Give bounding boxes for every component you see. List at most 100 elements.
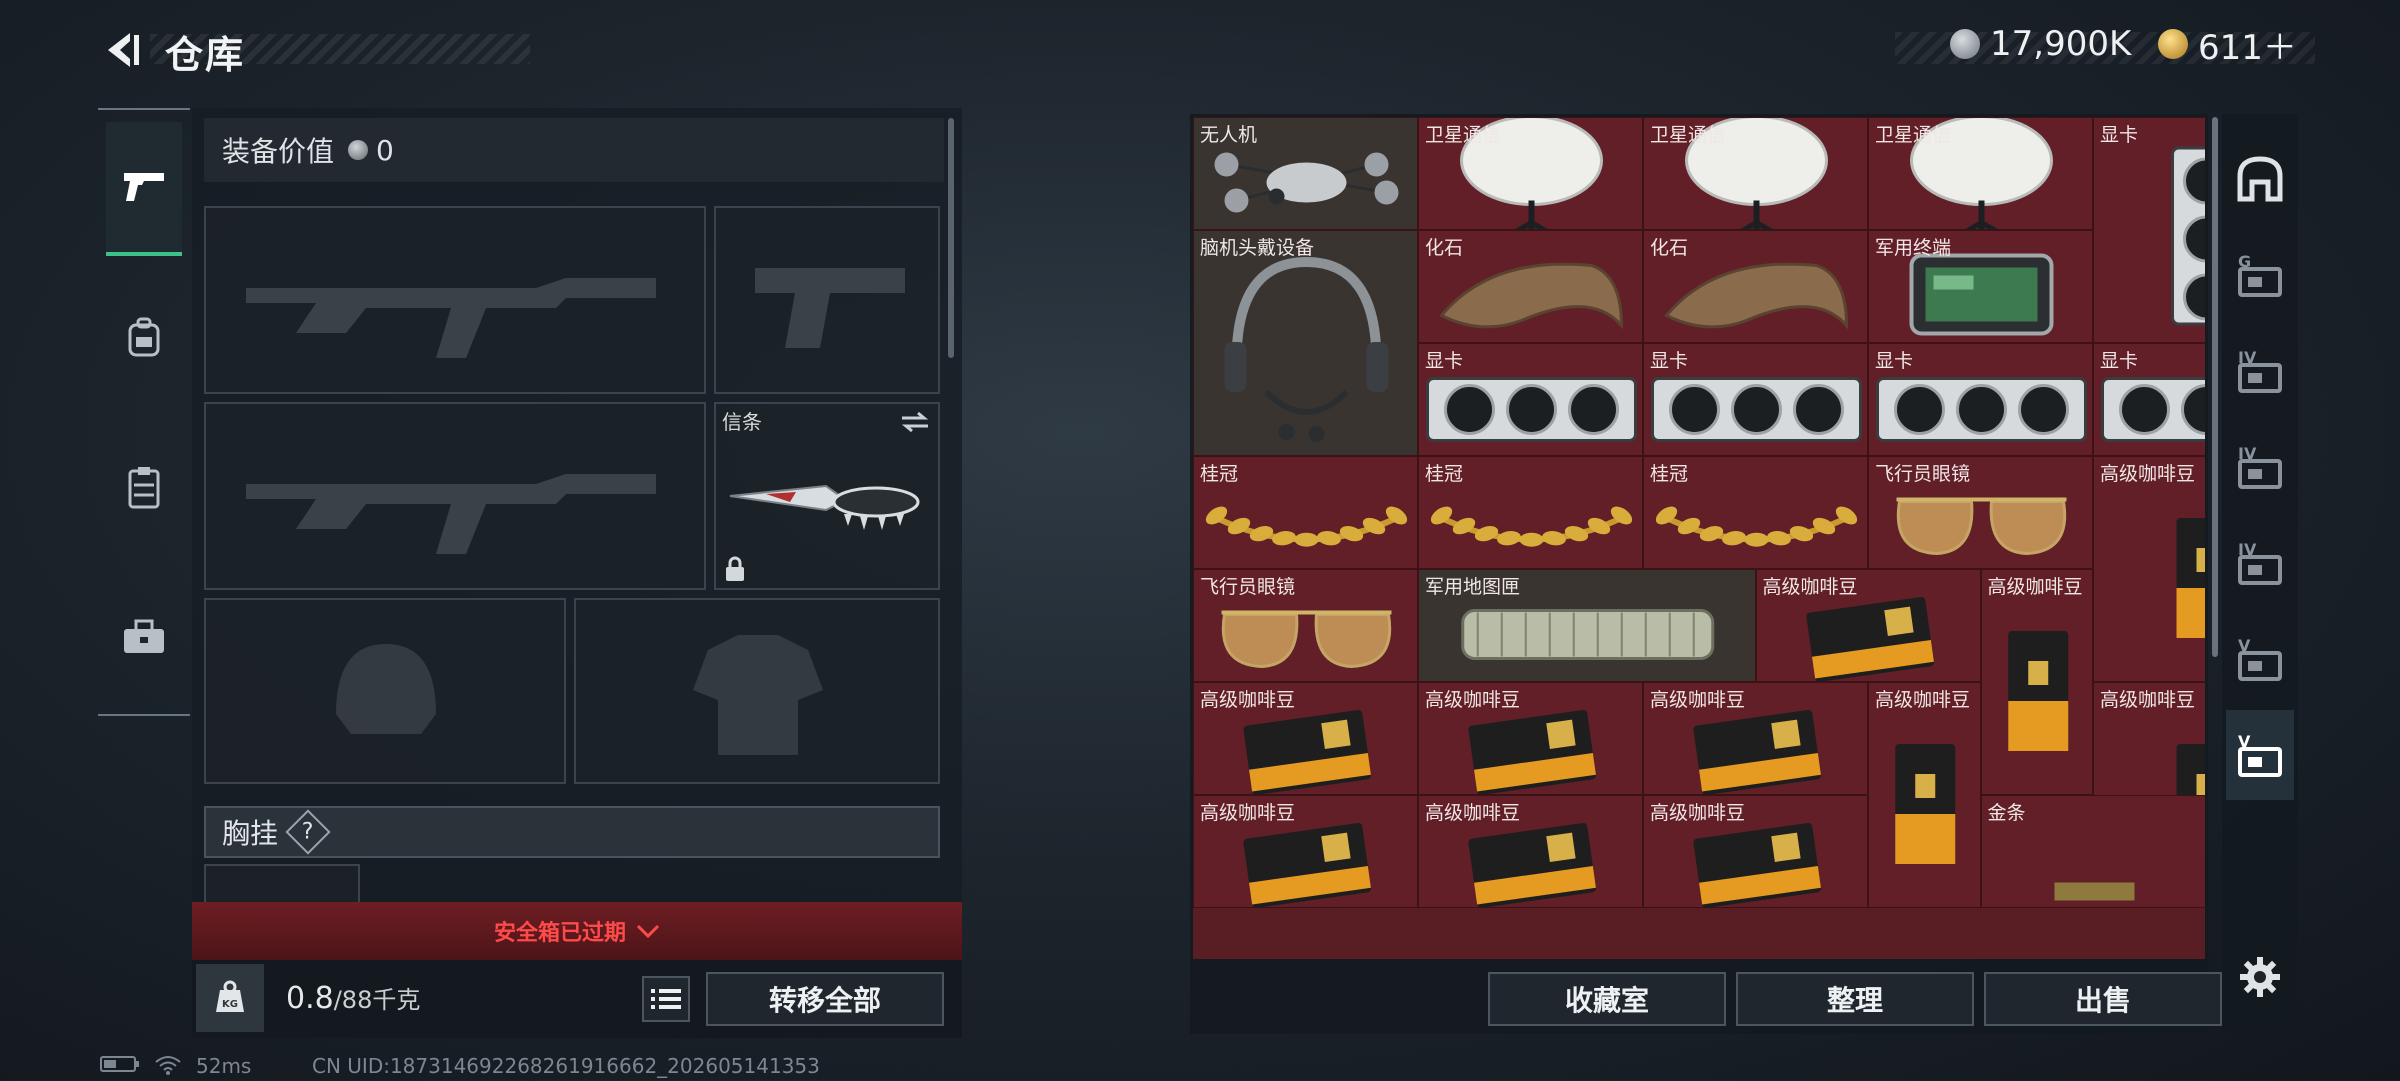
backpack-icon (128, 317, 160, 357)
stash-item-drone[interactable]: 无人机 (1193, 117, 1418, 230)
helmet-slot[interactable] (204, 598, 566, 784)
stash-item-label: 飞行员眼镜 (1200, 576, 1296, 598)
list-view-button[interactable] (642, 976, 690, 1022)
stash-item-gpu[interactable]: 显卡 (1643, 343, 1868, 456)
gear-icon (2240, 957, 2280, 997)
stash-item-satellite-dish[interactable]: 卫星通信 (1643, 117, 1868, 231)
stash-item-fossil[interactable]: 化石 (1643, 230, 1868, 343)
stash-item-laurel[interactable]: 桂冠 (1418, 456, 1643, 569)
primary-weapon-slot[interactable] (204, 206, 706, 394)
stash-item-gold-bar[interactable]: 金条 (1980, 795, 2205, 908)
coffee-bag-icon (1895, 744, 1956, 864)
stash-item-label: 显卡 (2100, 124, 2139, 146)
stash-item-gpu[interactable]: 显卡 (1418, 343, 1643, 456)
battery-icon (100, 1054, 140, 1079)
stash-item-label: 脑机头戴设备 (1200, 237, 1315, 259)
sidebar-container-iv-add[interactable]: IV (2226, 422, 2294, 512)
capacity-readout: 0.8/88千克 (286, 980, 420, 1016)
stash-item-laurel[interactable]: 桂冠 (1193, 456, 1418, 569)
sidebar-container-iv-a[interactable]: IV (2226, 326, 2294, 416)
stash-item-label: 高级咖啡豆 (1650, 689, 1746, 711)
stash-item-laurel[interactable]: 桂冠 (1643, 456, 1868, 569)
stash-item-label: 高级咖啡豆 (1425, 802, 1521, 824)
svg-text:V: V (2238, 732, 2251, 751)
stash-scrollbar[interactable] (2212, 117, 2218, 657)
stash-item-label: 军用终端 (1875, 237, 1952, 259)
lock-icon (726, 556, 744, 581)
settings-button[interactable] (2226, 932, 2294, 1022)
stash-item-label: 高级咖啡豆 (2100, 463, 2196, 485)
silver-currency[interactable]: 17,900K (1950, 24, 2131, 64)
nav-toolbox[interactable] (106, 572, 182, 702)
stash-item-label: 显卡 (2100, 350, 2139, 372)
chest-rig-slot[interactable] (204, 864, 360, 904)
stash-item-label: 卫星通信 (1425, 124, 1502, 146)
stash-item-label: 化石 (1425, 237, 1464, 259)
stash-item-fossil[interactable]: 化石 (1418, 230, 1643, 343)
home-icon (2237, 156, 2283, 202)
max-weight: /88千克 (333, 986, 421, 1014)
stash-item-coffee-pack[interactable]: 高级咖啡豆 (1193, 795, 1418, 908)
transfer-all-button[interactable]: 转移全部 (706, 972, 944, 1026)
secondary-weapon-slot[interactable] (204, 402, 706, 590)
list-icon (651, 989, 681, 1009)
sidebar-container-v-a[interactable]: V (2226, 614, 2294, 704)
stash-item-label: 飞行员眼镜 (1875, 463, 1971, 485)
stash-item-label: 高级咖啡豆 (1987, 576, 2083, 598)
toolbox-icon (124, 619, 164, 653)
container-icon: G (2238, 252, 2282, 297)
equipment-category-nav (98, 108, 190, 716)
equipment-value-label: 装备价值 (222, 135, 335, 168)
container-icon: V (2238, 636, 2282, 681)
helmet-silhouette-icon (336, 644, 436, 734)
collection-room-button[interactable]: 收藏室 (1488, 972, 1726, 1026)
stash-item-coffee-pack[interactable]: 高级咖啡豆 (1193, 682, 1418, 795)
nav-weapon[interactable] (106, 122, 182, 256)
sidebar-container-g[interactable]: G (2226, 230, 2294, 320)
stash-item-coffee-pack[interactable]: 高级咖啡豆 (1755, 569, 1981, 682)
weight-icon: KG (196, 964, 264, 1032)
stash-item-coffee-bag[interactable]: 高级咖啡豆 (1868, 682, 1981, 908)
stash-item-gpu[interactable]: 显卡 (1868, 343, 2093, 456)
nav-chest-rig[interactable] (106, 422, 182, 552)
silver-coin-icon (348, 140, 369, 160)
stash-item-label: 高级咖啡豆 (2100, 689, 2196, 711)
sidearm-slot[interactable] (714, 206, 940, 394)
stash-item-map-tube[interactable]: 军用地图匣 (1418, 569, 1756, 682)
sell-button[interactable]: 出售 (1984, 972, 2222, 1026)
stash-item-label: 桂冠 (1200, 463, 1239, 485)
armor-slot[interactable] (574, 598, 940, 784)
swap-icon[interactable] (900, 410, 930, 434)
back-button[interactable] (96, 22, 146, 78)
stash-item-satellite-dish[interactable]: 卫星通信 (1868, 117, 2093, 231)
melee-slot[interactable]: 信条 (714, 402, 940, 590)
rifle-silhouette-icon (246, 474, 656, 554)
stash-item-terminal[interactable]: 军用终端 (1868, 230, 2093, 343)
safebox-expired-banner[interactable]: 安全箱已过期 (192, 902, 962, 960)
gold-currency[interactable]: 611＋ (2158, 24, 2297, 68)
stash-item-gpu[interactable]: 显卡 (2093, 343, 2205, 456)
gold-amount: 611＋ (2198, 27, 2297, 68)
stash-item-label: 卫星通信 (1650, 124, 1727, 146)
loadout-scrollbar[interactable] (948, 118, 954, 358)
stash-item-coffee-pack[interactable]: 高级咖啡豆 (1643, 795, 1868, 908)
stash-item-gpu[interactable]: 显卡 (2093, 117, 2205, 343)
stash-item-headset[interactable]: 脑机头戴设备 (1193, 230, 1418, 456)
stash-item-sunglasses[interactable]: 飞行员眼镜 (1193, 569, 1418, 682)
sidebar-container-iv-b[interactable]: IV (2226, 518, 2294, 608)
stash-item-satellite-dish[interactable]: 卫星通信 (1418, 117, 1643, 231)
stash-item-coffee-pack[interactable]: 高级咖啡豆 (1643, 682, 1868, 795)
stash-item-sunglasses[interactable]: 飞行员眼镜 (1868, 456, 2093, 569)
pistol-icon (124, 173, 164, 201)
stash-item-coffee-pack[interactable]: 高级咖啡豆 (1418, 682, 1643, 795)
stash-item-coffee-bag[interactable]: 高级咖啡豆 (2093, 456, 2205, 682)
sidebar-home-container[interactable] (2226, 134, 2294, 224)
nav-backpack[interactable] (106, 272, 182, 402)
stash-item-coffee-bag[interactable]: 高级咖啡豆 (1980, 569, 2093, 795)
stash-item-coffee-pack[interactable]: 高级咖啡豆 (1418, 795, 1643, 908)
stash-item-label: 军用地图匣 (1425, 576, 1521, 598)
sort-button[interactable]: 整理 (1736, 972, 1974, 1026)
sidebar-container-v-b[interactable]: V (2226, 710, 2294, 800)
help-icon[interactable]: ? (285, 809, 331, 855)
silver-coin-icon (1950, 29, 1980, 59)
